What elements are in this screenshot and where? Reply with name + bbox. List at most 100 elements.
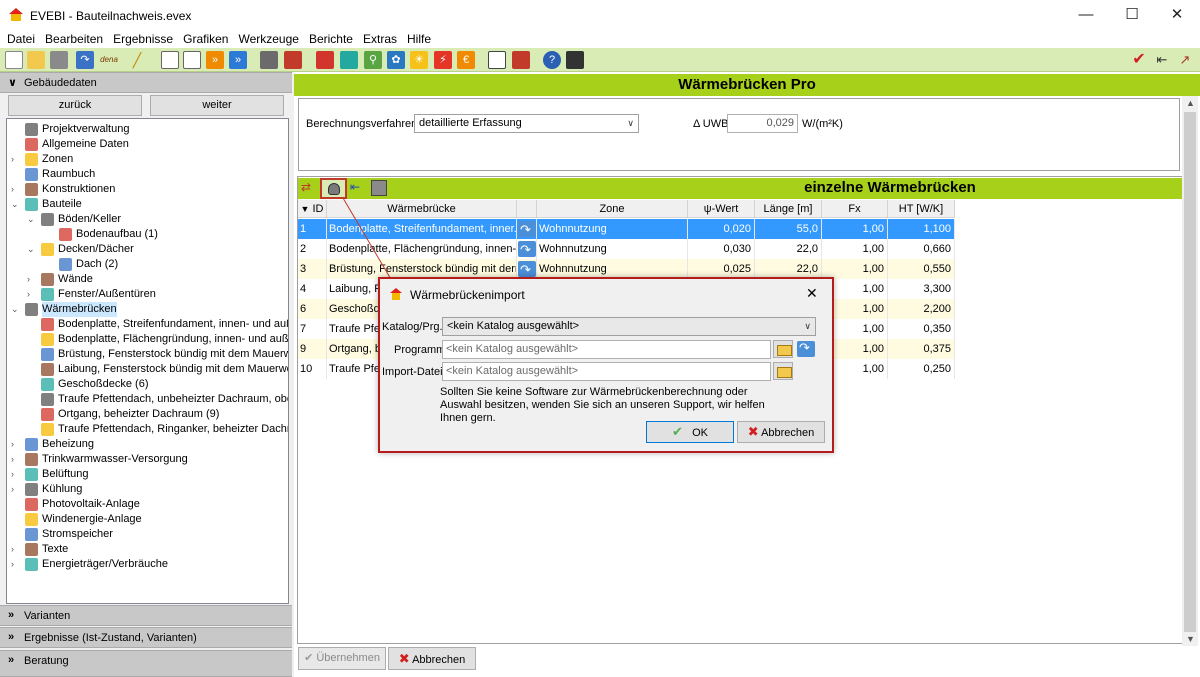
maximize-icon[interactable]: ☐ — [1109, 0, 1155, 30]
cell-zone[interactable]: Wohnnutzung — [537, 219, 688, 239]
heating-icon[interactable] — [316, 51, 334, 69]
check-icon[interactable]: ✔ — [1130, 51, 1148, 69]
cell-id[interactable]: 7 — [298, 319, 327, 339]
cell-psi[interactable]: 0,025 — [688, 259, 755, 279]
dialog-cancel-button[interactable]: ✖ Abbrechen — [737, 421, 825, 443]
cell-id[interactable]: 6 — [298, 299, 327, 319]
cell-ht[interactable]: 0,550 — [888, 259, 955, 279]
cell-len[interactable]: 22,0 — [755, 239, 822, 259]
cell-id[interactable]: 1 — [298, 219, 327, 239]
uwb-value-field[interactable]: 0,029 — [727, 114, 798, 133]
col-fx-header[interactable]: Fx — [822, 200, 888, 218]
cell-ht[interactable]: 2,200 — [888, 299, 955, 319]
new-file-icon[interactable] — [5, 51, 23, 69]
section-gebaeudedaten[interactable]: ∨ Gebäudedaten — [0, 72, 292, 93]
cell-psi[interactable]: 0,030 — [688, 239, 755, 259]
euro-icon[interactable]: € — [457, 51, 475, 69]
expander-icon[interactable]: › — [11, 152, 21, 167]
expander-icon[interactable]: ⌄ — [27, 242, 37, 257]
document-icon[interactable] — [161, 51, 179, 69]
minimize-icon[interactable]: — — [1063, 0, 1109, 30]
cell-len[interactable]: 22,0 — [755, 259, 822, 279]
katalog-select[interactable]: <kein Katalog ausgewählt> ∨ — [442, 317, 816, 336]
expander-icon[interactable]: ⌄ — [27, 212, 37, 227]
expander-icon[interactable]: › — [11, 452, 21, 467]
cell-ht[interactable]: 1,100 — [888, 219, 955, 239]
section-varianten[interactable]: » Varianten — [0, 605, 292, 626]
expander-icon[interactable]: › — [11, 467, 21, 482]
document-edit-icon[interactable] — [183, 51, 201, 69]
expander-icon[interactable]: › — [11, 482, 21, 497]
sun-icon[interactable]: ☀ — [410, 51, 428, 69]
cell-ht[interactable]: 0,660 — [888, 239, 955, 259]
help-icon[interactable]: ? — [543, 51, 561, 69]
tree-structure-icon[interactable] — [260, 51, 278, 69]
grid-icon[interactable] — [340, 51, 358, 69]
thermal-bridge-icon[interactable] — [284, 51, 302, 69]
expander-icon[interactable]: › — [11, 557, 21, 572]
wand-icon[interactable]: ╱ — [128, 51, 146, 69]
vertical-scrollbar[interactable]: ▲ ▼ — [1182, 96, 1198, 646]
edit-columns-icon[interactable]: ⇄ — [301, 180, 319, 197]
cell-fx[interactable]: 1,00 — [822, 239, 888, 259]
open-folder-icon[interactable] — [773, 362, 793, 380]
import-icon[interactable]: » — [229, 51, 247, 69]
back-button[interactable]: zurück — [8, 95, 142, 116]
link-arrow-icon[interactable] — [518, 260, 536, 279]
electricity-icon[interactable]: ⚡ — [434, 51, 452, 69]
col-id-header[interactable]: ▼ ID — [298, 200, 327, 218]
apply-button[interactable]: ✔ Übernehmen — [298, 647, 386, 670]
menu-werkzeuge[interactable]: Werkzeuge — [233, 30, 303, 48]
trend-icon[interactable]: ↗ — [1176, 51, 1194, 69]
menu-extras[interactable]: Extras — [358, 30, 402, 48]
cell-psi[interactable]: 0,020 — [688, 219, 755, 239]
copy-list-icon[interactable] — [371, 180, 387, 196]
copy-icon[interactable] — [50, 51, 68, 69]
chart-report-icon[interactable] — [512, 51, 530, 69]
expander-icon[interactable]: › — [11, 182, 21, 197]
cell-len[interactable]: 55,0 — [755, 219, 822, 239]
section-ergebnisse[interactable]: » Ergebnisse (Ist-Zustand, Varianten) — [0, 627, 292, 648]
search-icon[interactable]: ⚲ — [364, 51, 382, 69]
cell-id[interactable]: 10 — [298, 359, 327, 379]
section-beratung[interactable]: » Beratung — [0, 650, 292, 677]
programm-field[interactable]: <kein Katalog ausgewählt> — [442, 340, 771, 359]
expander-icon[interactable]: › — [27, 287, 37, 302]
cell-ht[interactable]: 0,250 — [888, 359, 955, 379]
expander-icon[interactable]: ⌄ — [11, 197, 21, 212]
cell-id[interactable]: 4 — [298, 279, 327, 299]
zone-link-cell[interactable] — [517, 239, 537, 259]
cell-id[interactable]: 2 — [298, 239, 327, 259]
report-icon[interactable] — [488, 51, 506, 69]
expander-icon[interactable]: › — [27, 272, 37, 287]
expander-icon[interactable]: › — [11, 542, 21, 557]
cell-ht[interactable]: 0,350 — [888, 319, 955, 339]
cell-fx[interactable]: 1,00 — [822, 259, 888, 279]
menu-grafiken[interactable]: Grafiken — [178, 30, 233, 48]
menu-hilfe[interactable]: Hilfe — [402, 30, 436, 48]
menu-bearbeiten[interactable]: Bearbeiten — [40, 30, 108, 48]
close-window-icon[interactable]: ✕ — [1154, 0, 1200, 30]
cell-fx[interactable]: 1,00 — [822, 219, 888, 239]
cell-ht[interactable]: 0,375 — [888, 339, 955, 359]
menu-ergebnisse[interactable]: Ergebnisse — [108, 30, 178, 48]
zone-link-cell[interactable] — [517, 259, 537, 279]
col-length-header[interactable]: Länge [m] — [755, 200, 822, 218]
dena-icon[interactable]: dena — [97, 51, 121, 69]
cell-zone[interactable]: Wohnnutzung — [537, 239, 688, 259]
cell-id[interactable]: 9 — [298, 339, 327, 359]
col-ht-header[interactable]: HT [W/K] — [888, 200, 955, 218]
cell-zone[interactable]: Wohnnutzung — [537, 259, 688, 279]
menu-berichte[interactable]: Berichte — [304, 30, 358, 48]
open-folder-icon[interactable] — [773, 340, 793, 358]
ventilation-icon[interactable]: ✿ — [387, 51, 405, 69]
link-arrow-icon[interactable] — [518, 220, 536, 239]
import-file-field[interactable]: <kein Katalog ausgewählt> — [442, 362, 771, 381]
dialog-close-icon[interactable]: ✕ — [806, 285, 818, 302]
cell-id[interactable]: 3 — [298, 259, 327, 279]
col-zone-header[interactable]: Zone — [537, 200, 688, 218]
menu-datei[interactable]: Datei — [2, 30, 40, 48]
next-button[interactable]: weiter — [150, 95, 284, 116]
project-tree[interactable]: Projektverwaltung Allgemeine Daten › Zonen R… — [6, 118, 289, 604]
col-psi-header[interactable]: ψ-Wert — [688, 200, 755, 218]
